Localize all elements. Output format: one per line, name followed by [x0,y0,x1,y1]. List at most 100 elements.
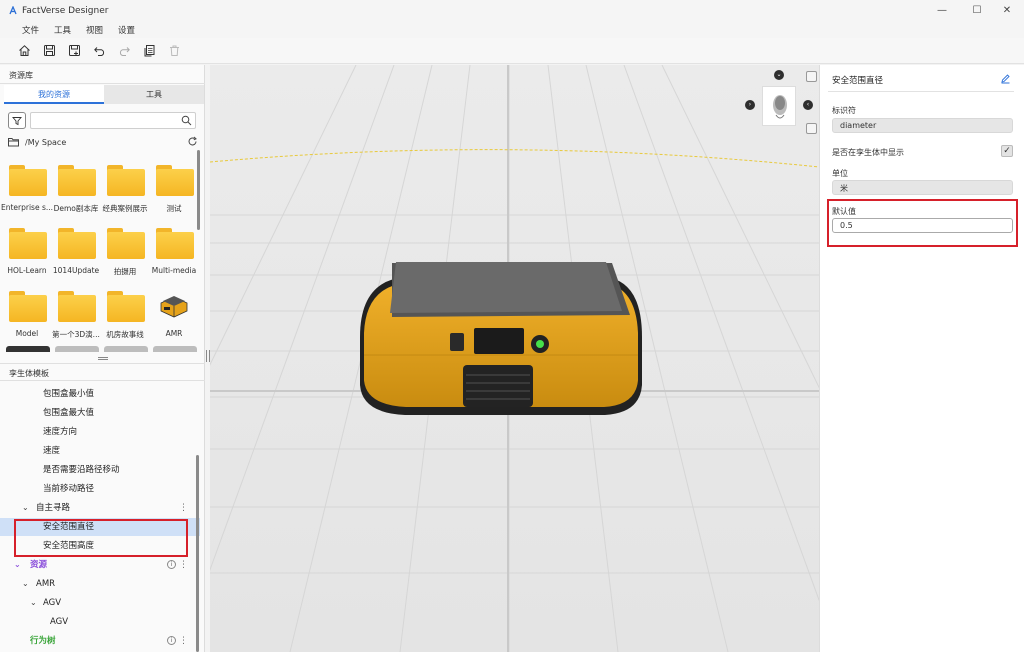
left-panel: 资源库 我的资源 工具 /My Space Enterprise s... De… [0,65,205,652]
save-as-icon[interactable] [68,44,81,57]
tree-item-agv-group[interactable]: ⌄ AGV [0,594,200,612]
info-icon[interactable]: i [167,560,176,569]
show-in-twin-checkbox[interactable]: ✓ [1001,145,1013,157]
tab-my-resources[interactable]: 我的资源 [4,85,104,104]
resource-library-header: 资源库 [0,65,205,84]
panel-splitter[interactable] [0,353,205,363]
asset-row-partial [6,346,197,352]
identifier-label: 标识符 [832,106,856,115]
more-icon[interactable]: ⋮ [179,632,188,650]
nav-up-icon[interactable]: ⌄ [774,70,784,80]
search-icon[interactable] [181,115,192,126]
show-in-twin-label: 是否在孪生体中显示 [832,148,904,157]
unit-field[interactable]: 米 [832,180,1013,195]
home-icon[interactable] [18,44,31,57]
folder-icon [58,165,96,196]
app-title: FactVerse Designer [22,5,109,16]
chevron-down-icon[interactable]: ⌄ [14,556,21,574]
folder-path-icon [8,138,19,147]
folder-icon [156,228,194,259]
tree-item-resources[interactable]: ⌄ 资源 i ⋮ [0,556,200,574]
asset-item[interactable]: Enterprise s... [1,160,53,220]
highlight-box-default [827,199,1018,247]
scene-render [210,65,819,652]
tree-item[interactable]: 速度 [0,442,200,460]
redo-icon[interactable] [118,44,131,57]
more-icon[interactable]: ⋮ [179,556,188,574]
chevron-down-icon[interactable]: ⌄ [22,575,29,593]
tree-item[interactable]: 是否需要沿路径移动 [0,461,200,479]
tree-item-autonomous-pathfinding[interactable]: ⌄ 自主寻路 ⋮ [0,499,200,517]
copy-icon[interactable] [143,44,156,57]
nav-right-icon[interactable]: ‹ [803,100,813,110]
tree-item[interactable]: 包围盒最小值 [0,385,200,403]
menu-tools[interactable]: 工具 [54,24,71,36]
delete-icon[interactable] [168,44,181,57]
asset-item[interactable]: 1014Update [52,223,100,283]
chevron-down-icon[interactable]: ⌄ [22,499,29,517]
current-path: /My Space [25,137,67,147]
folder-icon [107,291,145,322]
path-row: /My Space [8,136,198,148]
menu-file[interactable]: 文件 [22,24,39,36]
undo-icon[interactable] [93,44,106,57]
folder-icon [9,165,47,196]
info-icon[interactable]: i [167,636,176,645]
filter-icon[interactable] [8,112,26,129]
amr-model-icon [160,296,188,318]
asset-item[interactable]: Multi-media [150,223,198,283]
refresh-icon[interactable] [187,136,198,147]
folder-icon [107,165,145,196]
twin-template-header: 孪生体模板 [0,363,205,381]
maximize-button[interactable]: ☐ [962,0,992,21]
tree-item[interactable]: 速度方向 [0,423,200,441]
asset-item[interactable]: 第一个3D演... [52,286,100,346]
menu-settings[interactable]: 设置 [118,24,135,36]
focus-icon[interactable] [806,71,817,82]
app-logo-icon [8,4,18,16]
title-bar: FactVerse Designer — ☐ ✕ [0,0,1024,21]
save-icon[interactable] [43,44,56,57]
minimize-button[interactable]: — [927,0,957,21]
properties-panel: 安全范围直径 标识符 diameter 是否在孪生体中显示 ✓ 单位 米 默认值… [819,65,1024,652]
3d-viewport[interactable] [210,65,819,652]
asset-item[interactable]: HOL-Learn [3,223,51,283]
tree-item[interactable]: 包围盒最大值 [0,404,200,422]
tree-item-amr[interactable]: ⌄ AMR [0,575,200,593]
unit-label: 单位 [832,169,848,178]
nav-left-icon[interactable]: › [745,100,755,110]
folder-icon [58,228,96,259]
highlight-box-tree [14,519,188,557]
tree-item[interactable]: 当前移动路径 [0,480,200,498]
asset-item[interactable]: 测试 [150,160,198,220]
folder-icon [9,291,47,322]
tree-item-behavior-tree[interactable]: 行为树 i ⋮ [0,632,200,650]
folder-icon [9,228,47,259]
menu-view[interactable]: 视图 [86,24,103,36]
screen-icon[interactable] [806,123,817,134]
amr-robot-model [360,262,642,415]
folder-icon [58,291,96,322]
more-icon[interactable]: ⋮ [179,499,188,517]
asset-scrollbar[interactable] [197,150,200,230]
identifier-field[interactable]: diameter [832,118,1013,133]
view-cube[interactable] [762,86,796,126]
asset-item[interactable]: Model [3,286,51,346]
toolbar [0,38,1024,64]
menu-bar: 文件 工具 视图 设置 [0,21,1024,38]
close-button[interactable]: ✕ [992,0,1022,21]
chevron-down-icon[interactable]: ⌄ [30,594,37,612]
tab-tools[interactable]: 工具 [104,85,204,104]
asset-item[interactable]: 拍摄用 [101,223,149,283]
asset-item[interactable]: 经典案例展示 [101,160,149,220]
asset-item[interactable]: 机房故事线 [101,286,149,346]
folder-icon [156,165,194,196]
tree-scrollbar[interactable] [196,455,199,652]
edit-icon[interactable] [1000,73,1011,84]
folder-icon [107,228,145,259]
resource-tabs: 我的资源 工具 [4,85,204,104]
asset-item[interactable]: Demo剧本库 [52,160,100,220]
tree-item-agv[interactable]: AGV [0,613,200,631]
search-input[interactable] [30,112,196,129]
asset-item[interactable]: AMR [150,286,198,346]
